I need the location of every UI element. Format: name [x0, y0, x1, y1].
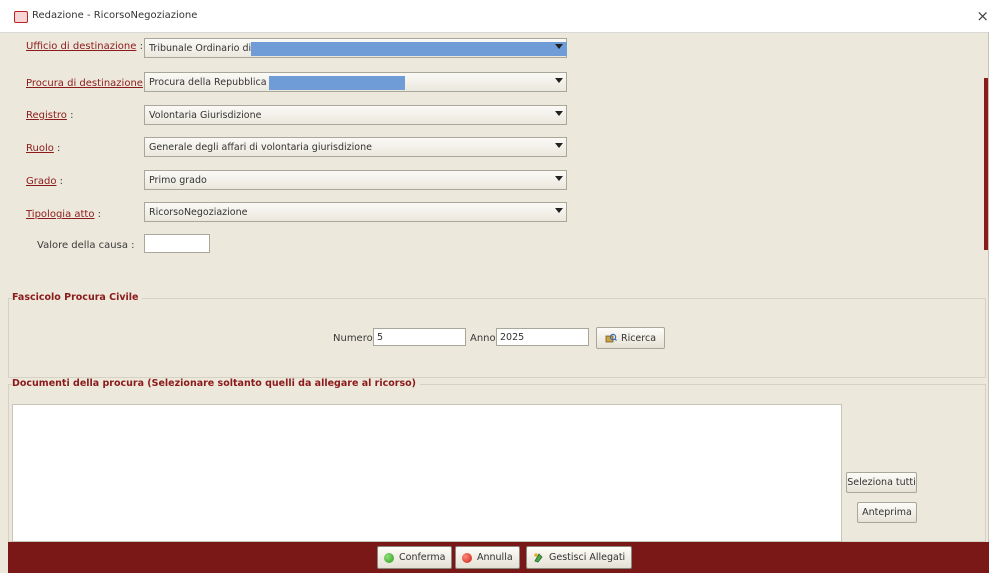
cancel-icon: [462, 552, 472, 563]
redaction-block: [269, 76, 405, 90]
tipologia-value: RicorsoNegoziazione: [149, 207, 248, 218]
close-icon[interactable]: ×: [976, 7, 989, 25]
chevron-down-icon: [555, 176, 563, 181]
procura-value: Procura della Repubblica di: [149, 77, 279, 88]
ruolo-value: Generale degli affari di volontaria giur…: [149, 142, 372, 153]
valore-input[interactable]: [144, 234, 210, 253]
ufficio-select[interactable]: Tribunale Ordinario di: [144, 38, 567, 58]
registro-value: Volontaria Giurisdizione: [149, 110, 262, 121]
annulla-button[interactable]: Annulla: [455, 546, 520, 569]
ufficio-value: Tribunale Ordinario di: [149, 43, 252, 54]
window-title: Redazione - RicorsoNegoziazione: [32, 10, 198, 21]
chevron-down-icon: [555, 44, 563, 49]
attachments-icon: [533, 552, 544, 563]
anno-input[interactable]: [496, 328, 589, 346]
registro-select[interactable]: Volontaria Giurisdizione: [144, 105, 567, 125]
tipologia-label: Tipologia atto :: [26, 209, 102, 220]
gestisci-allegati-label: Gestisci Allegati: [549, 552, 626, 563]
window-app-icon: [14, 11, 28, 23]
confirm-icon: [384, 552, 394, 563]
anno-label: Anno: [470, 333, 496, 344]
grado-value: Primo grado: [149, 175, 207, 186]
documents-list[interactable]: [12, 404, 842, 542]
anteprima-button[interactable]: Anteprima: [857, 502, 917, 523]
numero-input[interactable]: [373, 328, 466, 346]
ricerca-label: Ricerca: [620, 332, 657, 344]
chevron-down-icon: [555, 208, 563, 213]
annulla-label: Annulla: [477, 552, 513, 563]
title-bar: Redazione - RicorsoNegoziazione ×: [0, 0, 989, 33]
seleziona-tutti-label: Seleziona tutti: [847, 477, 916, 488]
conferma-label: Conferma: [399, 552, 446, 563]
seleziona-tutti-button[interactable]: Seleziona tutti: [846, 472, 917, 493]
gestisci-allegati-button[interactable]: Gestisci Allegati: [526, 546, 633, 569]
grado-select[interactable]: Primo grado: [144, 170, 567, 190]
registro-label: Registro :: [26, 110, 74, 121]
numero-label: Numero: [333, 333, 373, 344]
tipologia-select[interactable]: RicorsoNegoziazione: [144, 202, 567, 222]
ufficio-label: Ufficio di destinazione :: [26, 41, 143, 52]
conferma-button[interactable]: Conferma: [377, 546, 453, 569]
redaction-block: [251, 42, 567, 56]
scroll-indicator[interactable]: [984, 78, 988, 250]
anteprima-label: Anteprima: [862, 507, 912, 518]
footer-bar: Conferma Annulla Gestisci Allegati: [8, 542, 989, 573]
valore-label: Valore della causa :: [37, 240, 135, 251]
search-icon: [605, 333, 617, 344]
chevron-down-icon: [555, 111, 563, 116]
chevron-down-icon: [555, 143, 563, 148]
ruolo-label: Ruolo :: [26, 143, 61, 154]
chevron-down-icon: [555, 78, 563, 83]
fascicolo-legend: Fascicolo Procura Civile: [12, 292, 143, 303]
documenti-legend: Documenti della procura (Selezionare sol…: [12, 378, 420, 389]
procura-select[interactable]: Procura della Repubblica di: [144, 72, 567, 92]
procura-label: Procura di destinazione :: [26, 78, 150, 89]
grado-label: Grado :: [26, 176, 64, 187]
ruolo-select[interactable]: Generale degli affari di volontaria giur…: [144, 137, 567, 157]
ricerca-button[interactable]: Ricerca: [596, 327, 665, 349]
